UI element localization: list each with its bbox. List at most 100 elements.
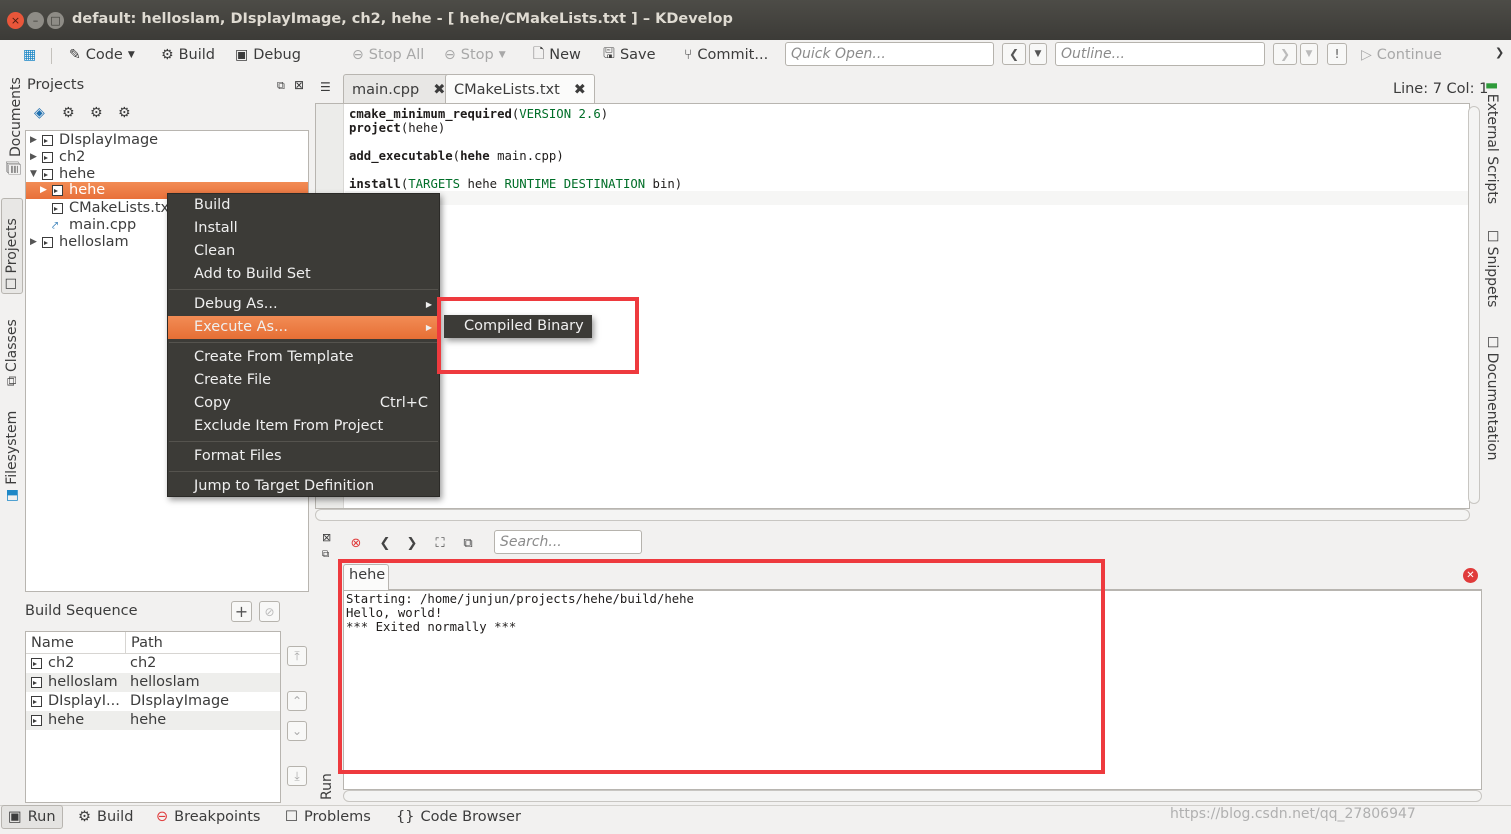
tab-projects[interactable]: ☐ Projects bbox=[4, 218, 20, 290]
chevron-down-icon: ⌄ bbox=[291, 724, 303, 738]
area-switcher-button[interactable]: ▦ bbox=[23, 45, 36, 65]
close-tab-icon[interactable]: ✖ bbox=[574, 82, 586, 98]
tab-build[interactable]: ⚙ Build bbox=[78, 805, 133, 829]
tab-code-browser[interactable]: {} Code Browser bbox=[396, 805, 521, 829]
menu-item-create-file[interactable]: Create File bbox=[168, 369, 439, 392]
stop-all-button[interactable]: ⊖ Stop All bbox=[352, 45, 424, 65]
debug-button[interactable]: ▣ Debug bbox=[235, 45, 301, 65]
close-output-icon[interactable]: ✕ bbox=[1463, 568, 1478, 583]
save-button[interactable]: 🖫 Save bbox=[603, 45, 656, 65]
close-tab-icon[interactable]: ✖ bbox=[433, 82, 445, 98]
table-row[interactable]: helloslam helloslam bbox=[26, 673, 280, 692]
menu-item-execute-as[interactable]: Execute As... ▶ bbox=[168, 316, 439, 339]
tab-run[interactable]: ▣ Run bbox=[1, 805, 63, 829]
tab-snippets[interactable]: ☐ Snippets bbox=[1484, 230, 1500, 307]
menu-item-build[interactable]: Build bbox=[168, 194, 439, 217]
move-bottom-button[interactable]: ⤓ bbox=[287, 766, 307, 786]
move-down-button[interactable]: ⌄ bbox=[287, 721, 307, 741]
menu-item-create-from-template[interactable]: Create From Template bbox=[168, 346, 439, 369]
close-panel-icon[interactable]: ⊠ bbox=[322, 531, 331, 544]
build-selection-icon[interactable]: ⚙ bbox=[118, 105, 131, 121]
tab-external-scripts-label: External Scripts bbox=[1484, 93, 1500, 205]
tab-documentation[interactable]: ☐ Documentation bbox=[1484, 336, 1500, 461]
menu-item-format-files[interactable]: Format Files bbox=[168, 445, 439, 468]
editor-horizontal-scrollbar[interactable] bbox=[315, 509, 1470, 521]
quick-open-input[interactable]: Quick Open... bbox=[785, 42, 994, 66]
add-to-build-sequence-button[interactable]: + bbox=[231, 601, 252, 622]
table-row[interactable]: DIsplayI... DIsplayImage bbox=[26, 692, 280, 711]
menu-item-add-to-build-set[interactable]: Add to Build Set bbox=[168, 263, 439, 286]
tree-item-label: main.cpp bbox=[69, 217, 137, 233]
menu-item-jump-to-target[interactable]: Jump to Target Definition bbox=[168, 475, 439, 498]
tree-item-displayimage[interactable]: ▶ DIsplayImage bbox=[30, 132, 158, 149]
target-icon bbox=[31, 658, 42, 669]
output-horizontal-scrollbar[interactable] bbox=[343, 790, 1482, 802]
tab-main-cpp[interactable]: main.cpp ✖ bbox=[343, 74, 455, 104]
locate-icon[interactable]: ◈ bbox=[34, 105, 45, 121]
tree-item-label: helloslam bbox=[59, 234, 129, 250]
chevron-left-icon[interactable]: ❮ bbox=[376, 534, 394, 552]
continue-button[interactable]: ▷ Continue bbox=[1361, 45, 1442, 65]
gear-icon: ⚙ bbox=[161, 47, 174, 63]
editor-vertical-scrollbar[interactable] bbox=[1468, 106, 1480, 504]
copy-icon[interactable]: ⧉ bbox=[459, 534, 477, 552]
no-entry-icon: ⊘ bbox=[264, 604, 275, 619]
tab-cmakelists[interactable]: CMakeLists.txt ✖ bbox=[445, 74, 595, 105]
toolbar-overflow-icon[interactable]: ❯ bbox=[1495, 46, 1504, 59]
column-header-path[interactable]: Path bbox=[126, 632, 280, 653]
menu-item-copy[interactable]: Copy Ctrl+C bbox=[168, 392, 439, 415]
outline-input[interactable]: Outline... bbox=[1055, 42, 1265, 66]
menu-item-clean[interactable]: Clean bbox=[168, 240, 439, 263]
new-file-button[interactable]: 🗋 New bbox=[533, 45, 581, 65]
run-search-input[interactable]: Search... bbox=[494, 530, 642, 554]
back-nav-button[interactable]: ❮ bbox=[1002, 43, 1026, 65]
stop-button[interactable]: ⊖ Stop ▼ bbox=[444, 45, 506, 65]
menu-item-install[interactable]: Install bbox=[168, 217, 439, 240]
hint-button[interactable]: ! bbox=[1327, 43, 1347, 65]
build-button[interactable]: ⚙ Build bbox=[161, 45, 215, 65]
tab-classes[interactable]: ⧉ Classes bbox=[4, 319, 20, 386]
column-header-name[interactable]: Name bbox=[26, 632, 126, 653]
reload-icon[interactable]: ⚙ bbox=[90, 105, 103, 121]
tree-item-hehe[interactable]: ▼ hehe bbox=[30, 166, 95, 183]
move-up-button[interactable]: ⌃ bbox=[287, 691, 307, 711]
minimize-window-button[interactable]: – bbox=[27, 12, 44, 29]
table-row[interactable]: hehe hehe bbox=[26, 711, 280, 730]
commit-button[interactable]: ⑂ Commit... bbox=[684, 45, 768, 65]
context-menu: Build Install Clean Add to Build Set Deb… bbox=[167, 193, 440, 497]
nav-history-dropdown[interactable]: ▼ bbox=[1029, 43, 1047, 65]
forward-history-dropdown[interactable]: ▼ bbox=[1300, 43, 1318, 65]
forward-nav-button[interactable]: ❯ bbox=[1273, 43, 1297, 65]
tab-problems[interactable]: ☐ Problems bbox=[285, 805, 371, 829]
tab-external-scripts[interactable]: ▮ External Scripts bbox=[1484, 82, 1500, 204]
tab-breakpoints[interactable]: ⊖ Breakpoints bbox=[156, 805, 260, 829]
table-header: Name Path bbox=[26, 632, 280, 654]
table-row[interactable]: ch2 ch2 bbox=[26, 654, 280, 673]
maximize-window-button[interactable]: □ bbox=[47, 12, 64, 29]
float-panel-icon[interactable]: ⧉ bbox=[322, 549, 329, 560]
document-list-icon[interactable]: ☰ bbox=[320, 80, 331, 94]
cursor-position: Line: 7 Col: 1 bbox=[1393, 81, 1489, 97]
tree-item-label: CMakeLists.txt bbox=[69, 200, 175, 216]
tab-code-browser-label: Code Browser bbox=[420, 809, 521, 825]
tab-filesystem[interactable]: ◨ Filesystem bbox=[4, 411, 20, 502]
close-window-button[interactable]: × bbox=[7, 12, 24, 29]
highlight-box-submenu bbox=[437, 297, 639, 374]
menu-item-exclude-from-project[interactable]: Exclude Item From Project bbox=[168, 415, 439, 438]
close-panel-icon[interactable]: ⊠ bbox=[294, 78, 304, 92]
tree-item-ch2[interactable]: ▶ ch2 bbox=[30, 149, 85, 166]
tree-item-helloslam[interactable]: ▶ helloslam bbox=[30, 234, 129, 251]
submenu-arrow-icon: ▶ bbox=[425, 323, 432, 332]
float-panel-icon[interactable]: ⧉ bbox=[277, 79, 285, 93]
open-config-icon[interactable]: ⚙ bbox=[62, 105, 75, 121]
move-top-button[interactable]: ⤒ bbox=[287, 646, 307, 666]
tree-item-maincpp[interactable]: ⤤ main.cpp bbox=[52, 217, 136, 234]
stop-job-icon[interactable]: ⊗ bbox=[347, 534, 365, 552]
code-area-button[interactable]: ✎ Code ▼ bbox=[69, 45, 135, 65]
collapse-icon[interactable]: ⛶ bbox=[431, 534, 449, 552]
tree-item-cmakelists[interactable]: CMakeLists.txt bbox=[52, 200, 175, 217]
menu-item-debug-as[interactable]: Debug As... ▶ bbox=[168, 293, 439, 316]
target-icon bbox=[31, 677, 42, 688]
chevron-right-icon[interactable]: ❯ bbox=[403, 534, 421, 552]
remove-from-build-sequence-button[interactable]: ⊘ bbox=[259, 601, 280, 622]
